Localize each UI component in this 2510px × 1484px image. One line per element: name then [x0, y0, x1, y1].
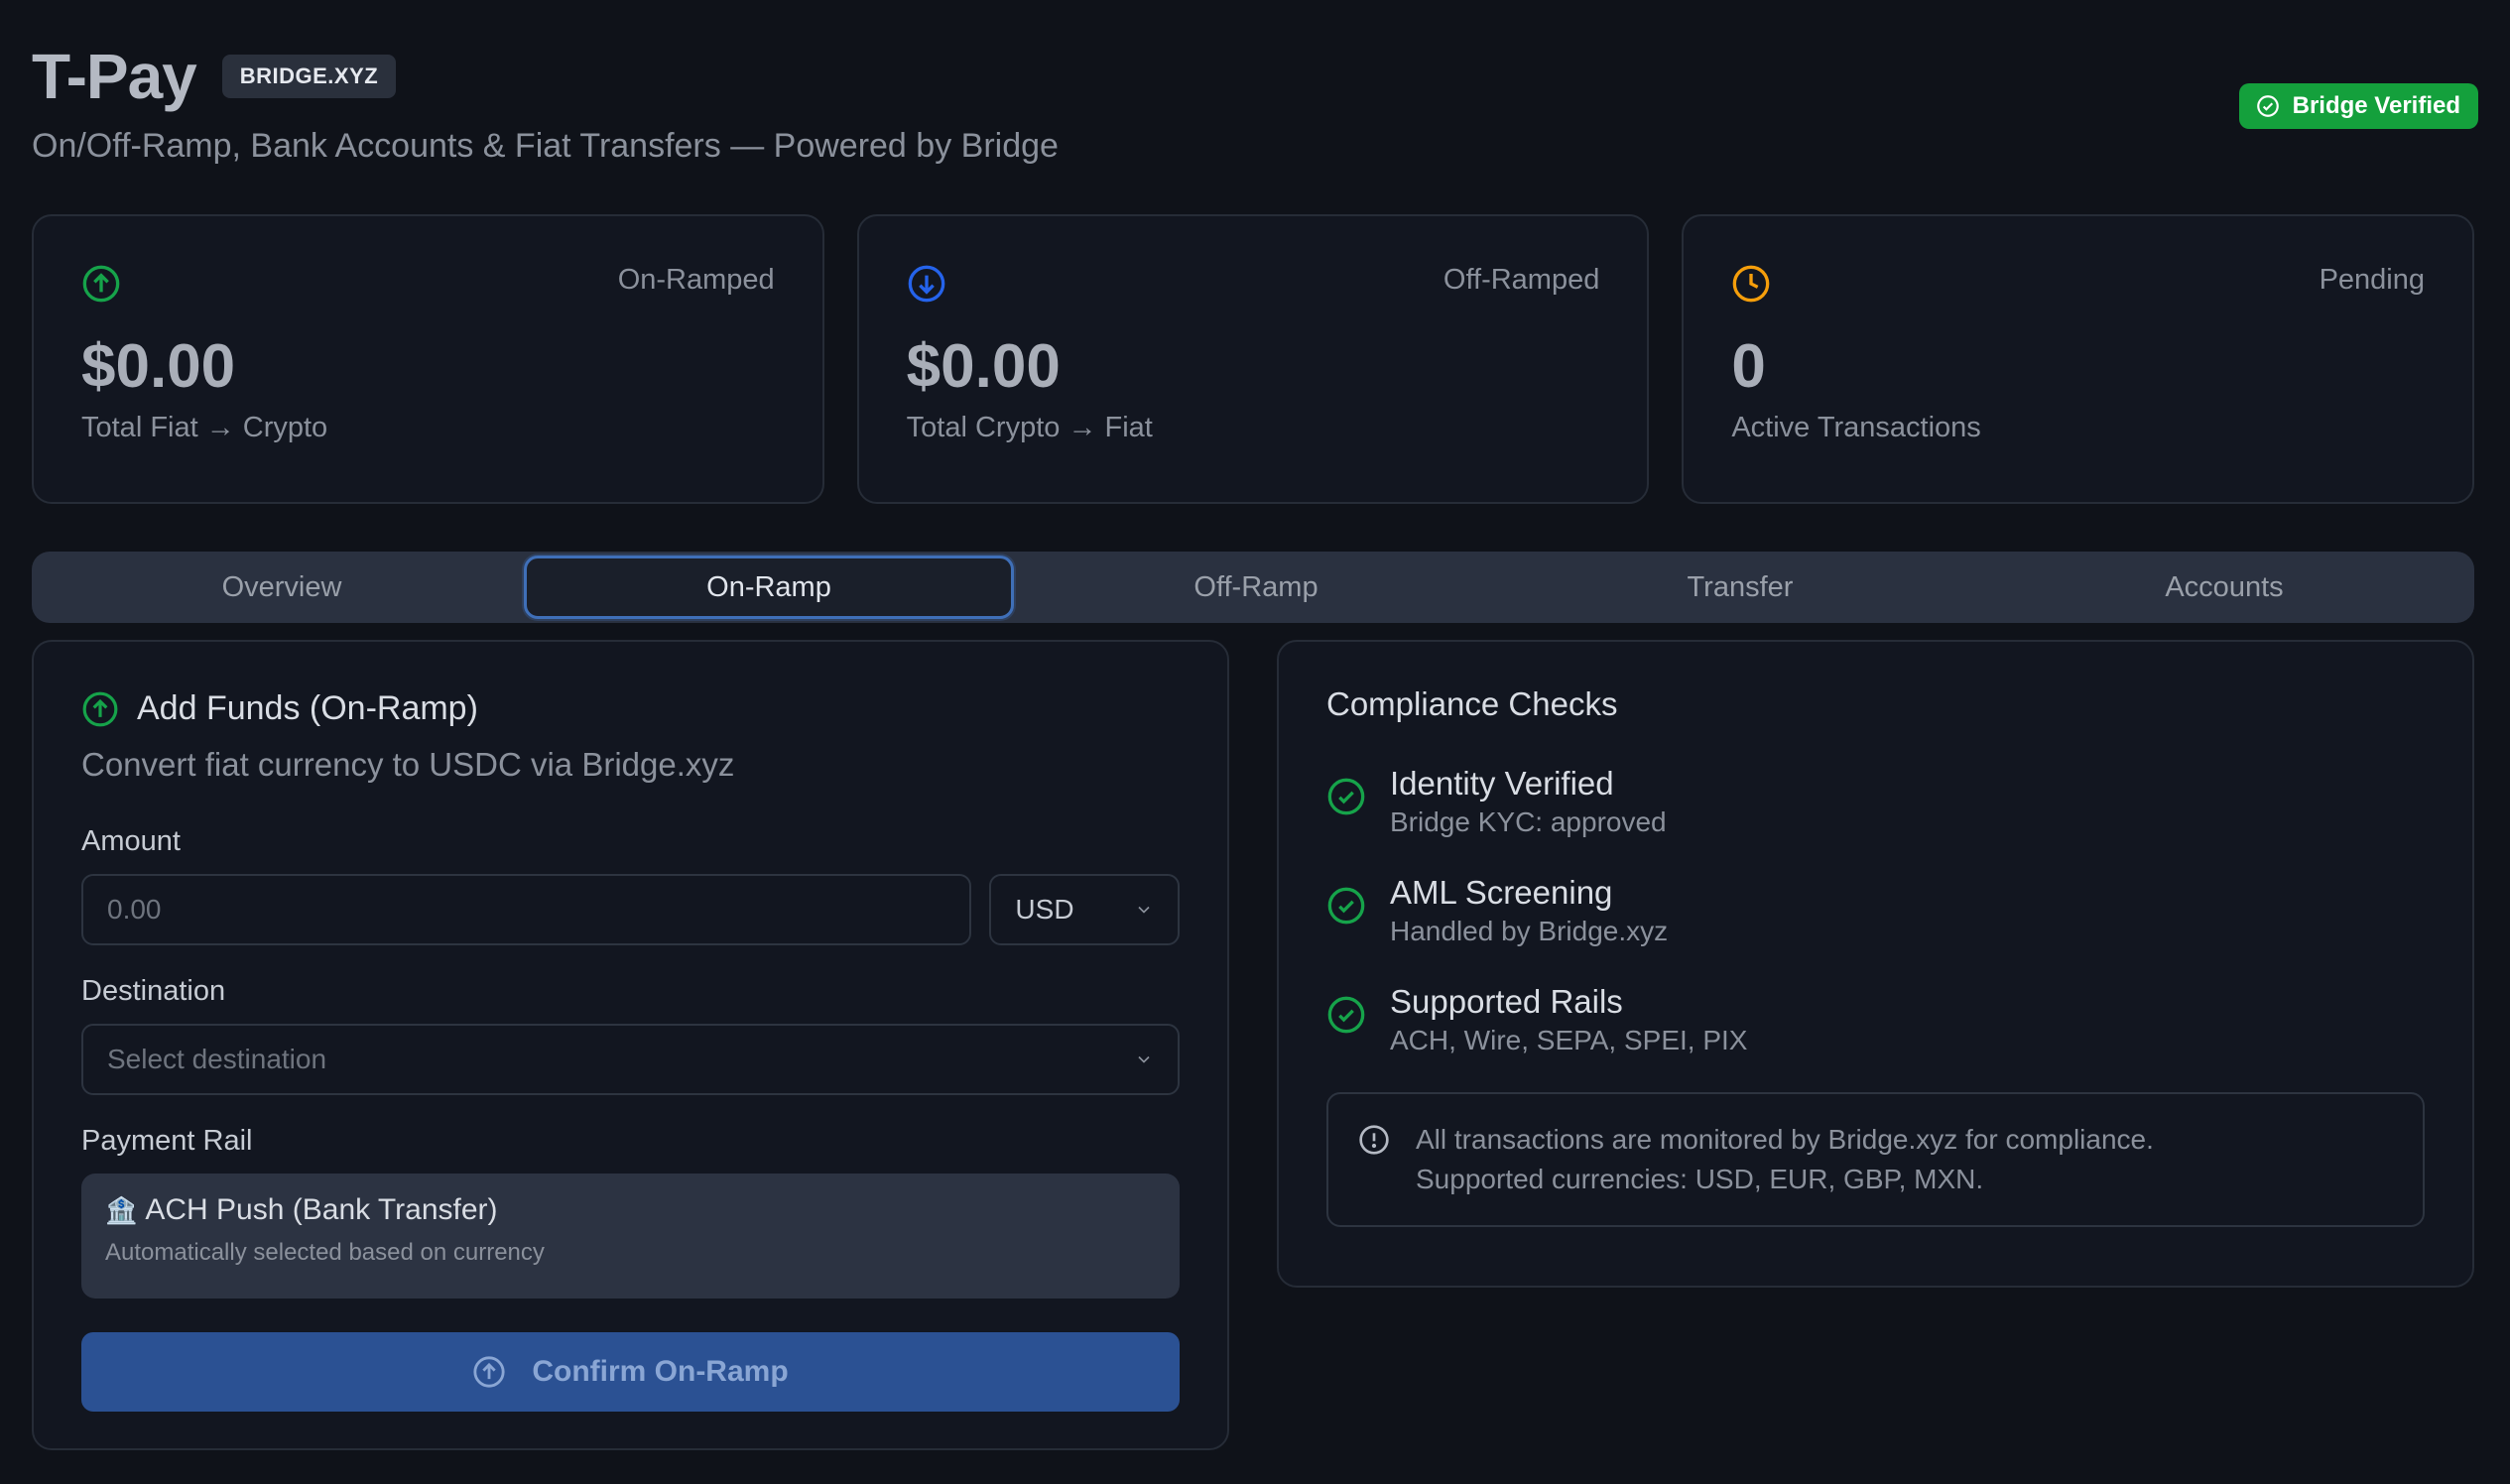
tab-transfer[interactable]: Transfer: [1498, 556, 1982, 619]
arrow-up-circle-icon: [82, 265, 120, 303]
confirm-on-ramp-button[interactable]: Confirm On-Ramp: [81, 1332, 1180, 1412]
verified-badge: Bridge Verified: [2238, 83, 2478, 129]
stat-sub: Total Fiat → Crypto: [81, 412, 328, 443]
compliance-item-name: AML Screening: [1390, 874, 1613, 911]
compliance-item-desc: ACH, Wire, SEPA, SPEI, PIX: [1390, 1025, 1748, 1055]
compliance-item-name: Identity Verified: [1390, 765, 1614, 802]
compliance-notice: All transactions are monitored by Bridge…: [1326, 1092, 2425, 1227]
tab-overview[interactable]: Overview: [40, 556, 524, 619]
stat-value: $0.00: [81, 332, 236, 401]
stat-sub: Active Transactions: [1731, 412, 1981, 443]
compliance-item: AML Screening Handled by Bridge.xyz: [1326, 874, 2425, 947]
bank-icon: 🏦: [105, 1194, 138, 1225]
panel-title: Add Funds (On-Ramp): [137, 689, 478, 727]
stat-card-pending: Pending 0 Active Transactions: [1682, 214, 2475, 504]
info-icon: [1359, 1125, 1389, 1155]
verified-badge-label: Bridge Verified: [2292, 92, 2460, 119]
stats-row: On-Ramped $0.00 Total Fiat → Crypto Off-…: [32, 214, 2475, 504]
compliance-list: Identity Verified Bridge KYC: approved A…: [1326, 765, 2425, 1056]
tab-on-ramp[interactable]: On-Ramp: [524, 556, 1014, 619]
panel-description: Convert fiat currency to USDC via Bridge…: [81, 746, 735, 783]
compliance-item: Identity Verified Bridge KYC: approved: [1326, 765, 2425, 838]
confirm-button-label: Confirm On-Ramp: [532, 1355, 789, 1388]
payment-rail-label: Payment Rail: [81, 1125, 253, 1157]
rail-title-row: 🏦 ACH Push (Bank Transfer): [105, 1193, 1156, 1227]
app-root: T-Pay BRIDGE.XYZ On/Off-Ramp, Bank Accou…: [0, 0, 2510, 1484]
app-title: T-Pay: [32, 41, 197, 112]
stat-label: On-Ramped: [617, 264, 775, 296]
amount-row: 0.00 USD: [81, 874, 1180, 945]
arrow-up-circle-icon: [82, 691, 118, 726]
notice-text: All transactions are monitored by Bridge…: [1416, 1120, 2154, 1199]
destination-label: Destination: [81, 975, 226, 1007]
brand-row: T-Pay BRIDGE.XYZ: [32, 40, 2478, 113]
stat-card-on-ramped: On-Ramped $0.00 Total Fiat → Crypto: [32, 214, 824, 504]
rail-title: ACH Push (Bank Transfer): [145, 1193, 498, 1226]
compliance-item-name: Supported Rails: [1390, 983, 1623, 1020]
compliance-item-desc: Bridge KYC: approved: [1390, 806, 1667, 837]
check-circle-icon: [1327, 887, 1365, 925]
amount-label: Amount: [81, 825, 181, 857]
arrow-up-circle-icon: [473, 1356, 505, 1388]
header: T-Pay BRIDGE.XYZ On/Off-Ramp, Bank Accou…: [32, 40, 2478, 179]
payment-rail-box: 🏦 ACH Push (Bank Transfer) Automatically…: [81, 1174, 1180, 1298]
stat-value: $0.00: [906, 332, 1061, 401]
stat-label: Pending: [2319, 264, 2426, 296]
brand-tag: BRIDGE.XYZ: [221, 55, 397, 98]
arrow-down-circle-icon: [908, 265, 945, 303]
check-circle-icon: [2256, 95, 2279, 117]
notice-line: Supported currencies: USD, EUR, GBP, MXN…: [1416, 1164, 1984, 1194]
compliance-item-text: AML Screening Handled by Bridge.xyz: [1390, 874, 1668, 947]
clock-icon: [1733, 265, 1770, 303]
rail-subtitle: Automatically selected based on currency: [105, 1239, 545, 1266]
notice-line: All transactions are monitored by Bridge…: [1416, 1124, 2154, 1155]
panel-header: Add Funds (On-Ramp): [81, 689, 1180, 728]
on-ramp-panel: Add Funds (On-Ramp) Convert fiat currenc…: [32, 640, 1229, 1450]
check-circle-icon: [1327, 778, 1365, 815]
compliance-item-text: Identity Verified Bridge KYC: approved: [1390, 765, 1667, 838]
destination-select[interactable]: Select destination: [81, 1024, 1180, 1095]
stat-value: 0: [1731, 332, 1766, 401]
stat-sub: Total Crypto → Fiat: [906, 412, 1153, 443]
amount-input[interactable]: 0.00: [81, 874, 972, 945]
compliance-title: Compliance Checks: [1326, 685, 1618, 722]
page-subtitle: On/Off-Ramp, Bank Accounts & Fiat Transf…: [32, 127, 1059, 165]
stat-card-off-ramped: Off-Ramped $0.00 Total Crypto → Fiat: [856, 214, 1650, 504]
compliance-item-text: Supported Rails ACH, Wire, SEPA, SPEI, P…: [1390, 983, 1747, 1056]
stat-label: Off-Ramped: [1443, 264, 1600, 296]
compliance-panel: Compliance Checks Identity Verified Brid…: [1277, 640, 2474, 1288]
currency-value: USD: [1015, 894, 1074, 925]
check-circle-icon: [1327, 996, 1365, 1034]
compliance-item-desc: Handled by Bridge.xyz: [1390, 916, 1669, 946]
chevron-down-icon: [1138, 906, 1150, 914]
tab-bar: Overview On-Ramp Off-Ramp Transfer Accou…: [32, 552, 2474, 623]
currency-select[interactable]: USD: [989, 874, 1180, 945]
destination-placeholder: Select destination: [107, 1044, 327, 1074]
tab-off-ramp[interactable]: Off-Ramp: [1014, 556, 1498, 619]
compliance-item: Supported Rails ACH, Wire, SEPA, SPEI, P…: [1326, 983, 2425, 1056]
chevron-down-icon: [1138, 1055, 1150, 1063]
tab-accounts[interactable]: Accounts: [1982, 556, 2466, 619]
